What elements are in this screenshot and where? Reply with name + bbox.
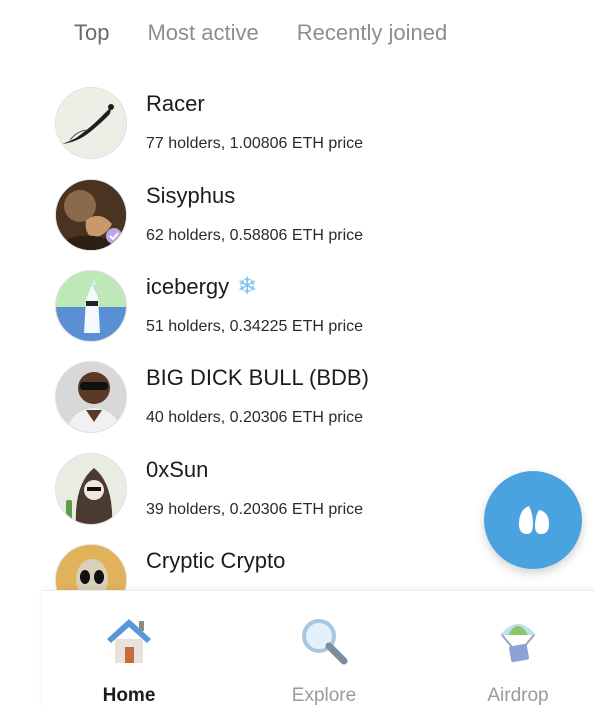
list-item-racer[interactable]: Racer 77 holders, 1.00806 ETH price	[0, 87, 595, 178]
row-subtitle: 62 holders, 0.58806 ETH price	[146, 227, 364, 244]
list-item-bdb[interactable]: BIG DICK BULL (BDB) 40 holders, 0.20306 …	[0, 361, 595, 452]
tab-top[interactable]: Top	[74, 20, 109, 46]
row-name: Racer	[146, 91, 205, 116]
bottom-nav: Home Explore Airdrop	[42, 590, 595, 712]
avatar-icebergy	[55, 270, 127, 342]
list-item-icebergy[interactable]: icebergy ❄ 51 holders, 0.34225 ETH price	[0, 270, 595, 361]
tab-recently-joined[interactable]: Recently joined	[297, 20, 447, 46]
row-name: BIG DICK BULL (BDB)	[146, 365, 369, 390]
row-subtitle: 77 holders, 1.00806 ETH price	[146, 135, 364, 152]
avatar-sisyphus	[55, 179, 127, 251]
avatar-0xsun	[55, 453, 127, 525]
house-icon	[107, 619, 151, 663]
parachute-box-icon	[500, 624, 536, 663]
nav-explore-label: Explore	[291, 685, 357, 706]
avatar-racer	[55, 87, 127, 159]
avatar-cryptic-crypto	[55, 544, 127, 590]
nav-home-label: Home	[102, 685, 156, 706]
avatar-bdb	[55, 361, 127, 433]
row-name: 0xSun	[146, 457, 209, 482]
row-subtitle: 40 holders, 0.20306 ETH price	[146, 409, 364, 426]
friendtech-fab-button[interactable]	[484, 471, 582, 569]
row-name: icebergy	[146, 274, 230, 299]
list-item-sisyphus[interactable]: Sisyphus 62 holders, 0.58806 ETH price	[0, 179, 595, 270]
tab-bar: Top Most active Recently joined	[74, 20, 485, 46]
row-subtitle: 51 holders, 0.34225 ETH price	[146, 318, 364, 335]
nav-home[interactable]: Home	[54, 591, 204, 712]
tab-most-active[interactable]: Most active	[147, 20, 258, 46]
friendtech-logo-icon	[519, 506, 549, 534]
nav-airdrop[interactable]: Airdrop	[443, 591, 593, 712]
row-name: Cryptic Crypto	[146, 548, 286, 573]
nav-airdrop-label: Airdrop	[487, 685, 549, 706]
row-name: Sisyphus	[146, 183, 236, 208]
magnifier-icon	[302, 619, 348, 665]
row-subtitle: 39 holders, 0.20306 ETH price	[146, 501, 364, 518]
nav-explore[interactable]: Explore	[249, 591, 399, 712]
snowflake-icon: ❄	[237, 273, 258, 300]
